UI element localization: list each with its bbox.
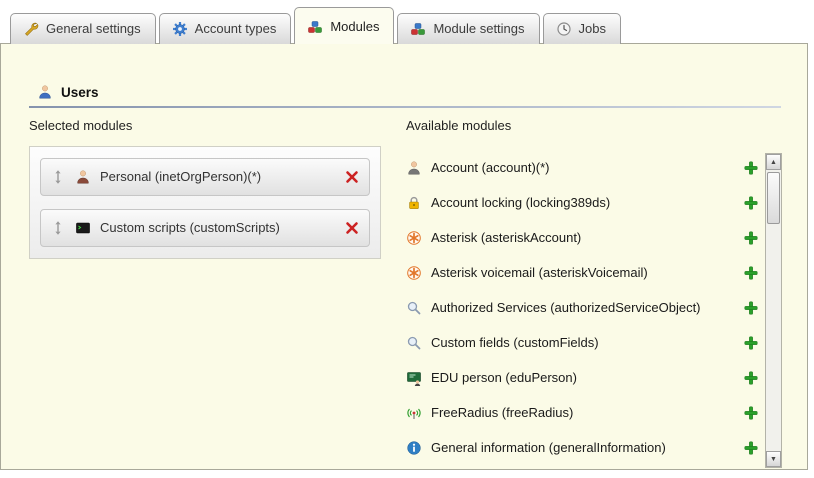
wrench-icon	[23, 21, 39, 37]
scrollbar-up-button[interactable]: ▲	[766, 154, 781, 170]
tab-label: Account types	[195, 21, 277, 37]
person-icon	[406, 160, 422, 176]
selected-modules-title: Selected modules	[29, 118, 132, 133]
available-module-row-authorized-services: Authorized Services (authorizedServiceOb…	[406, 290, 759, 325]
available-module-row-general-information: General information (generalInformation)	[406, 430, 759, 465]
magnifier-icon	[406, 300, 422, 316]
add-module-button[interactable]	[743, 300, 759, 316]
available-modules-scrollbar[interactable]: ▲ ▼	[765, 153, 782, 468]
section-divider	[29, 106, 781, 108]
selected-module-label: Custom scripts (customScripts)	[100, 220, 280, 236]
clock-icon	[556, 21, 572, 37]
education-icon	[406, 370, 422, 386]
asterisk-icon	[406, 230, 422, 246]
tab-bar: General settings Account types Modules M…	[10, 6, 621, 44]
available-module-label: FreeRadius (freeRadius)	[431, 405, 573, 421]
green-plus-icon	[743, 335, 759, 351]
available-module-label: Authorized Services (authorizedServiceOb…	[431, 300, 701, 316]
green-plus-icon	[743, 265, 759, 281]
available-module-label: Account (account)(*)	[431, 160, 550, 176]
green-plus-icon	[743, 405, 759, 421]
module-settings-icon	[410, 21, 426, 37]
available-module-row-custom-fields: Custom fields (customFields)	[406, 325, 759, 360]
add-module-button[interactable]	[743, 370, 759, 386]
tab-label: Modules	[330, 19, 379, 35]
available-module-row-account-locking: Account locking (locking389ds)	[406, 185, 759, 220]
available-module-label: Custom fields (customFields)	[431, 335, 599, 351]
green-plus-icon	[743, 370, 759, 386]
info-icon	[406, 440, 422, 456]
modules-icon	[307, 19, 323, 35]
remove-module-button[interactable]	[344, 220, 360, 236]
red-x-icon	[344, 220, 360, 236]
selected-modules-list: Personal (inetOrgPerson)(*) Custom scrip…	[29, 146, 381, 259]
add-module-button[interactable]	[743, 265, 759, 281]
add-module-button[interactable]	[743, 160, 759, 176]
available-module-row-asterisk: Asterisk (asteriskAccount)	[406, 220, 759, 255]
person-icon	[75, 169, 91, 185]
asterisk-icon	[406, 265, 422, 281]
section-title: Users	[61, 85, 99, 100]
green-plus-icon	[743, 230, 759, 246]
add-module-button[interactable]	[743, 195, 759, 211]
available-module-row-edu-person: EDU person (eduPerson)	[406, 360, 759, 395]
available-module-row-asterisk-voicemail: Asterisk voicemail (asteriskVoicemail)	[406, 255, 759, 290]
tab-general-settings[interactable]: General settings	[10, 13, 156, 44]
available-module-label: General information (generalInformation)	[431, 440, 666, 456]
selected-module-label: Personal (inetOrgPerson)(*)	[100, 169, 261, 185]
add-module-button[interactable]	[743, 440, 759, 456]
section-header-users: Users	[37, 84, 99, 100]
tab-module-settings[interactable]: Module settings	[397, 13, 539, 44]
available-module-row-freeradius: FreeRadius (freeRadius)	[406, 395, 759, 430]
available-module-label: Asterisk voicemail (asteriskVoicemail)	[431, 265, 648, 281]
tab-label: Jobs	[579, 21, 606, 37]
up-down-arrow-icon[interactable]	[50, 169, 66, 185]
magnifier-icon	[406, 335, 422, 351]
up-down-arrow-icon[interactable]	[50, 220, 66, 236]
red-x-icon	[344, 169, 360, 185]
remove-module-button[interactable]	[344, 169, 360, 185]
modules-tab-panel: Users Selected modules Available modules…	[0, 43, 808, 470]
available-modules-list: Account (account)(*) Account locking (lo…	[406, 150, 759, 465]
add-module-button[interactable]	[743, 230, 759, 246]
green-plus-icon	[743, 160, 759, 176]
antenna-icon	[406, 405, 422, 421]
tab-label: Module settings	[433, 21, 524, 37]
selected-module-row-personal[interactable]: Personal (inetOrgPerson)(*)	[40, 158, 370, 196]
add-module-button[interactable]	[743, 405, 759, 421]
tab-account-types[interactable]: Account types	[159, 13, 292, 44]
available-module-label: Account locking (locking389ds)	[431, 195, 610, 211]
green-plus-icon	[743, 300, 759, 316]
available-module-label: Asterisk (asteriskAccount)	[431, 230, 581, 246]
gear-icon	[172, 21, 188, 37]
tab-modules[interactable]: Modules	[294, 7, 394, 44]
available-modules-title: Available modules	[406, 118, 511, 133]
user-icon	[37, 84, 53, 100]
tab-label: General settings	[46, 21, 141, 37]
lock-icon	[406, 195, 422, 211]
available-module-row-account: Account (account)(*)	[406, 150, 759, 185]
green-plus-icon	[743, 195, 759, 211]
selected-module-row-custom-scripts[interactable]: Custom scripts (customScripts)	[40, 209, 370, 247]
terminal-icon	[75, 220, 91, 236]
scrollbar-down-button[interactable]: ▼	[766, 451, 781, 467]
scrollbar-thumb[interactable]	[767, 172, 780, 224]
lam-configuration-screen: General settings Account types Modules M…	[0, 0, 814, 478]
add-module-button[interactable]	[743, 335, 759, 351]
green-plus-icon	[743, 440, 759, 456]
available-module-label: EDU person (eduPerson)	[431, 370, 577, 386]
tab-jobs[interactable]: Jobs	[543, 13, 621, 44]
